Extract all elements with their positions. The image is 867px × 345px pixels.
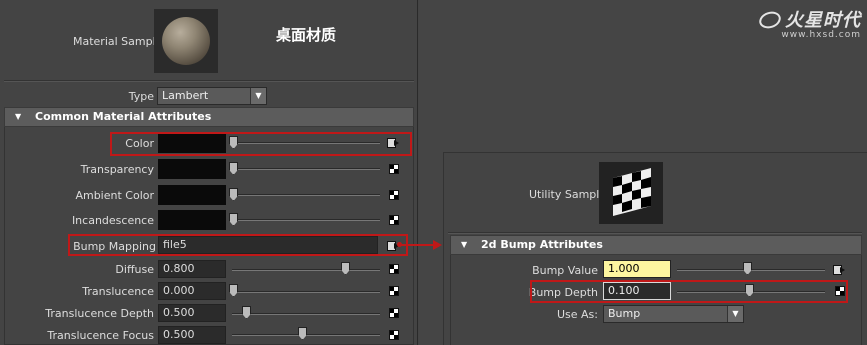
translucence-slider[interactable]: [232, 291, 380, 293]
diffuse-field[interactable]: 0.800: [158, 260, 226, 278]
divider: [448, 232, 862, 234]
bump-value-label: Bump Value: [532, 264, 598, 277]
section-title: 2d Bump Attributes: [481, 238, 603, 251]
incandescence-label: Incandescence: [71, 214, 154, 227]
map-button-icon[interactable]: [389, 215, 399, 225]
connected-map-icon[interactable]: [833, 264, 845, 276]
use-as-dropdown-value: Bump: [608, 307, 641, 320]
map-button-icon[interactable]: [389, 330, 399, 340]
collapse-triangle-icon: ▼: [15, 112, 22, 121]
material-attribute-editor: Material Sample 桌面材质 Type Lambert ▼ ▼ Co…: [0, 0, 418, 345]
bump-value-field[interactable]: 1.000: [603, 260, 671, 278]
translucence-depth-slider[interactable]: [232, 313, 380, 315]
translucence-depth-label: Translucence Depth: [45, 307, 154, 320]
material-sample-swatch: [154, 9, 218, 73]
transparency-label: Transparency: [80, 163, 154, 176]
bump-mapping-highlight-box: [68, 234, 408, 256]
use-as-dropdown[interactable]: Bump ▼: [603, 305, 744, 323]
translucence-focus-field[interactable]: 0.500: [158, 326, 226, 344]
map-button-icon[interactable]: [389, 286, 399, 296]
map-button-icon[interactable]: [389, 308, 399, 318]
transparency-swatch[interactable]: [158, 159, 226, 179]
translucence-label: Translucence: [82, 285, 154, 298]
type-dropdown-value: Lambert: [162, 89, 209, 102]
utility-sample-label: Utility Sample: [529, 188, 607, 201]
type-label: Type: [128, 90, 154, 103]
transparency-slider[interactable]: [232, 168, 380, 170]
color-highlight-box: [110, 132, 412, 156]
incandescence-swatch[interactable]: [158, 210, 226, 230]
map-button-icon[interactable]: [389, 264, 399, 274]
brand-name: 火星时代: [785, 10, 861, 31]
diffuse-slider[interactable]: [232, 269, 380, 271]
translucence-focus-label: Translucence Focus: [47, 329, 154, 342]
ambient-color-swatch[interactable]: [158, 185, 226, 205]
material-sample-label: Material Sample: [73, 35, 163, 48]
common-material-attributes-header[interactable]: ▼ Common Material Attributes: [4, 107, 414, 127]
brand-swirl-icon: [757, 8, 783, 32]
2d-bump-attributes-header[interactable]: ▼ 2d Bump Attributes: [450, 235, 862, 255]
material-sphere-preview: [162, 17, 210, 65]
brand-logo: 火星时代 www.hxsd.com: [757, 6, 861, 40]
connection-arrow-head-icon: [433, 240, 442, 250]
bump2d-attribute-editor: Utility Sample ▼ 2d Bump Attributes Bump…: [443, 152, 867, 345]
checker-bump-preview-icon: [613, 168, 651, 216]
diffuse-label: Diffuse: [115, 263, 154, 276]
connection-arrow-line: [400, 244, 434, 246]
collapse-triangle-icon: ▼: [461, 240, 468, 249]
translucence-depth-field[interactable]: 0.500: [158, 304, 226, 322]
chevron-down-icon: ▼: [727, 306, 743, 322]
map-button-icon[interactable]: [389, 190, 399, 200]
incandescence-slider[interactable]: [232, 219, 380, 221]
divider: [4, 80, 414, 82]
utility-sample-swatch: [599, 162, 663, 224]
use-as-label: Use As:: [556, 308, 598, 321]
ambient-color-slider[interactable]: [232, 194, 380, 196]
section-title: Common Material Attributes: [35, 110, 212, 123]
type-dropdown[interactable]: Lambert ▼: [157, 87, 267, 105]
material-title: 桌面材质: [276, 26, 337, 44]
bump-depth-highlight-box: [530, 280, 848, 303]
translucence-field[interactable]: 0.000: [158, 282, 226, 300]
map-button-icon[interactable]: [389, 164, 399, 174]
ambient-color-label: Ambient Color: [75, 189, 154, 202]
chevron-down-icon: ▼: [250, 88, 266, 104]
